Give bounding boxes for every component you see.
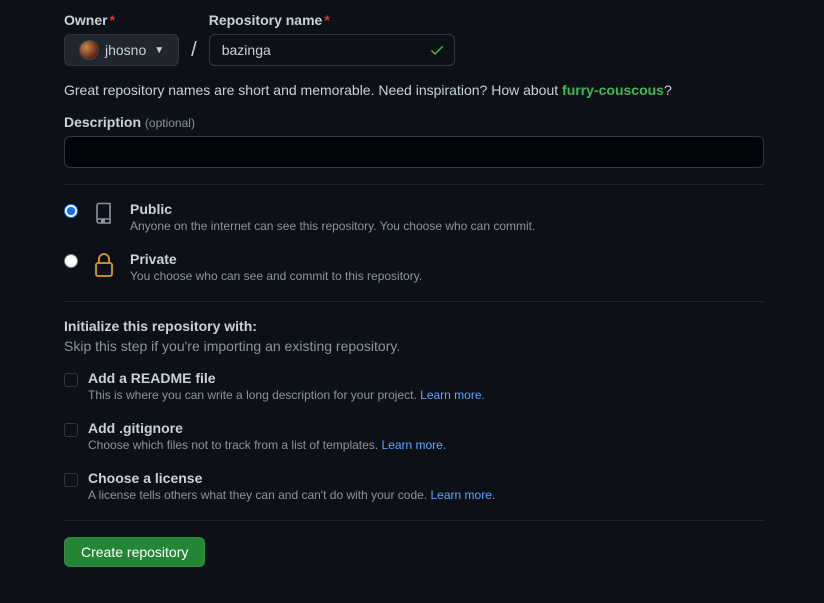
readme-learn-more-link[interactable]: Learn more. <box>420 388 485 402</box>
slash-separator: / <box>187 35 201 62</box>
gitignore-checkbox[interactable] <box>64 423 78 437</box>
private-title: Private <box>130 251 422 267</box>
divider <box>64 520 764 521</box>
visibility-public-radio[interactable] <box>64 204 78 218</box>
gitignore-desc: Choose which files not to track from a l… <box>88 438 446 452</box>
license-desc: A license tells others what they can and… <box>88 488 495 502</box>
suggestion-link[interactable]: furry-couscous <box>562 82 664 98</box>
lock-icon <box>90 251 118 279</box>
public-title: Public <box>130 201 535 217</box>
license-title: Choose a license <box>88 470 495 486</box>
readme-title: Add a README file <box>88 370 485 386</box>
avatar-icon <box>79 40 99 60</box>
create-repository-button[interactable]: Create repository <box>64 537 205 567</box>
description-input[interactable] <box>64 136 764 168</box>
caret-down-icon: ▼ <box>154 45 164 56</box>
divider <box>64 184 764 185</box>
check-icon <box>429 42 445 61</box>
repo-name-input[interactable] <box>209 34 455 66</box>
license-learn-more-link[interactable]: Learn more. <box>431 488 496 502</box>
readme-desc: This is where you can write a long descr… <box>88 388 485 402</box>
init-subtitle: Skip this step if you're importing an ex… <box>64 338 764 354</box>
init-title: Initialize this repository with: <box>64 318 764 334</box>
repo-name-label: Repository name* <box>209 12 455 28</box>
description-label: Description (optional) <box>64 114 764 130</box>
readme-checkbox[interactable] <box>64 373 78 387</box>
public-desc: Anyone on the internet can see this repo… <box>130 219 535 233</box>
gitignore-learn-more-link[interactable]: Learn more. <box>381 438 446 452</box>
owner-select[interactable]: jhosno ▼ <box>64 34 179 66</box>
name-hint: Great repository names are short and mem… <box>64 82 764 98</box>
divider <box>64 301 764 302</box>
private-desc: You choose who can see and commit to thi… <box>130 269 422 283</box>
gitignore-title: Add .gitignore <box>88 420 446 436</box>
repo-icon <box>90 201 118 225</box>
license-checkbox[interactable] <box>64 473 78 487</box>
visibility-private-radio[interactable] <box>64 254 78 268</box>
owner-username: jhosno <box>105 42 146 58</box>
owner-label: Owner* <box>64 12 179 28</box>
